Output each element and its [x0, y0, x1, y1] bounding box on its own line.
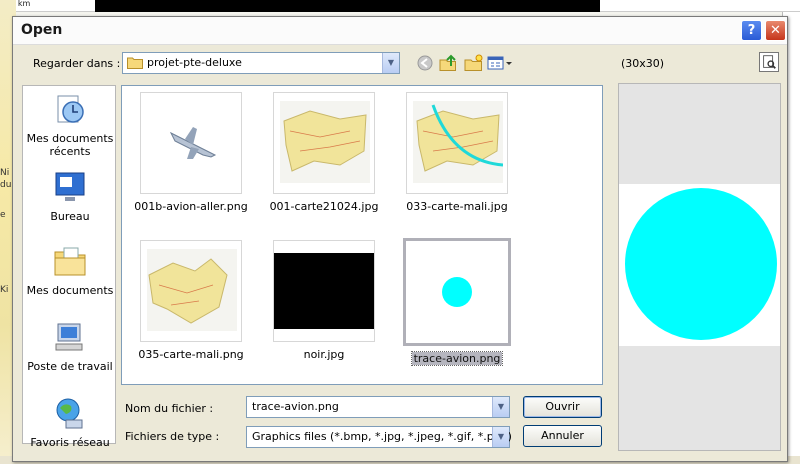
file-list: 001b-avion-aller.png 001-carte21024.jpg	[121, 85, 603, 385]
file-type-select[interactable]: Graphics files (*.bmp, *.jpg, *.jpeg, *.…	[246, 426, 512, 448]
help-icon: ?	[747, 23, 756, 38]
file-thumbnail	[273, 92, 375, 194]
file-item[interactable]: 001b-avion-aller.png	[132, 92, 250, 213]
place-label: Poste de travail	[27, 360, 113, 373]
map-thumbnail	[280, 101, 370, 183]
map-word: Ni	[0, 168, 10, 178]
map-word: Ki	[0, 285, 9, 295]
map-thumbnail	[147, 249, 237, 331]
open-button[interactable]: Ouvrir	[523, 396, 602, 418]
file-thumbnail	[140, 92, 242, 194]
file-name: 001b-avion-aller.png	[134, 200, 248, 213]
close-button[interactable]: ✕	[765, 20, 786, 41]
place-label: Favoris réseau	[30, 436, 110, 449]
place-desktop[interactable]: Bureau	[23, 170, 117, 223]
file-item-selected[interactable]: trace-avion.png	[398, 238, 516, 366]
place-label: Bureau	[50, 210, 90, 223]
file-name: 033-carte-mali.jpg	[406, 200, 508, 213]
chevron-down-icon[interactable]: ▼	[492, 427, 509, 447]
new-folder-icon[interactable]	[464, 54, 484, 72]
preview-pane	[618, 83, 781, 451]
look-in-label: Regarder dans :	[33, 57, 121, 70]
map-thumbnail	[413, 101, 503, 183]
my-documents-icon	[54, 247, 86, 276]
title-bar[interactable]: Open ? ✕	[13, 17, 787, 45]
place-network[interactable]: Favoris réseau	[23, 396, 117, 449]
file-name: 001-carte21024.jpg	[269, 200, 379, 213]
views-menu-icon[interactable]	[487, 54, 513, 72]
my-computer-icon	[55, 323, 83, 351]
map-word: du	[0, 180, 12, 190]
desktop-icon	[55, 172, 85, 201]
file-thumbnail	[140, 240, 242, 342]
file-name: 035-carte-mali.png	[138, 348, 244, 361]
background-dark-region	[95, 0, 600, 12]
file-type-label: Fichiers de type :	[125, 430, 220, 443]
file-name: trace-avion.png	[410, 351, 504, 366]
chevron-down-icon[interactable]: ▼	[492, 397, 509, 417]
file-name-input[interactable]: trace-avion.png ▼	[246, 396, 510, 418]
place-label: Mes documents	[26, 284, 114, 297]
place-label: Mes documents récents	[26, 132, 114, 158]
file-name: noir.jpg	[303, 348, 345, 361]
dialog-title: Open	[21, 22, 63, 38]
places-bar: Mes documents récents Bureau Mes documen…	[22, 85, 117, 449]
file-thumbnail	[273, 240, 375, 342]
file-thumbnail	[406, 92, 508, 194]
file-item[interactable]: noir.jpg	[265, 240, 383, 361]
file-thumbnail	[403, 238, 511, 346]
place-recent-documents[interactable]: Mes documents récents	[23, 92, 117, 158]
back-icon[interactable]	[415, 54, 435, 72]
up-folder-icon[interactable]	[439, 54, 459, 72]
chevron-down-icon[interactable]: ▼	[382, 53, 399, 73]
place-my-computer[interactable]: Poste de travail	[23, 320, 117, 373]
preview-image	[619, 184, 780, 346]
recent-documents-icon	[57, 95, 84, 123]
folder-icon	[127, 57, 143, 69]
help-button[interactable]: ?	[741, 20, 762, 41]
file-name-value: trace-avion.png	[252, 400, 339, 413]
background-toolbar: 400 km	[0, 0, 800, 12]
preview-toggle-icon[interactable]	[759, 52, 779, 72]
preview-cyan-circle	[625, 188, 777, 340]
look-in-value: projet-pte-deluxe	[147, 56, 242, 69]
airplane-icon	[169, 127, 217, 159]
file-type-value: Graphics files (*.bmp, *.jpg, *.jpeg, *.…	[252, 430, 512, 443]
place-my-documents[interactable]: Mes documents	[23, 244, 117, 297]
file-item[interactable]: 033-carte-mali.jpg	[398, 92, 516, 213]
network-places-icon	[56, 398, 83, 429]
map-word: e	[0, 210, 6, 220]
close-icon: ✕	[770, 23, 781, 38]
cyan-dot	[442, 277, 472, 307]
cancel-button[interactable]: Annuler	[523, 425, 602, 447]
open-dialog: Open ? ✕ Regarder dans : projet-pte-delu…	[12, 16, 788, 462]
preview-size-label: (30x30)	[621, 57, 665, 70]
black-image	[274, 253, 374, 329]
file-item[interactable]: 035-carte-mali.png	[132, 240, 250, 361]
look-in-dropdown[interactable]: projet-pte-deluxe ▼	[122, 52, 400, 74]
file-item[interactable]: 001-carte21024.jpg	[265, 92, 383, 213]
file-name-label: Nom du fichier :	[125, 402, 214, 415]
